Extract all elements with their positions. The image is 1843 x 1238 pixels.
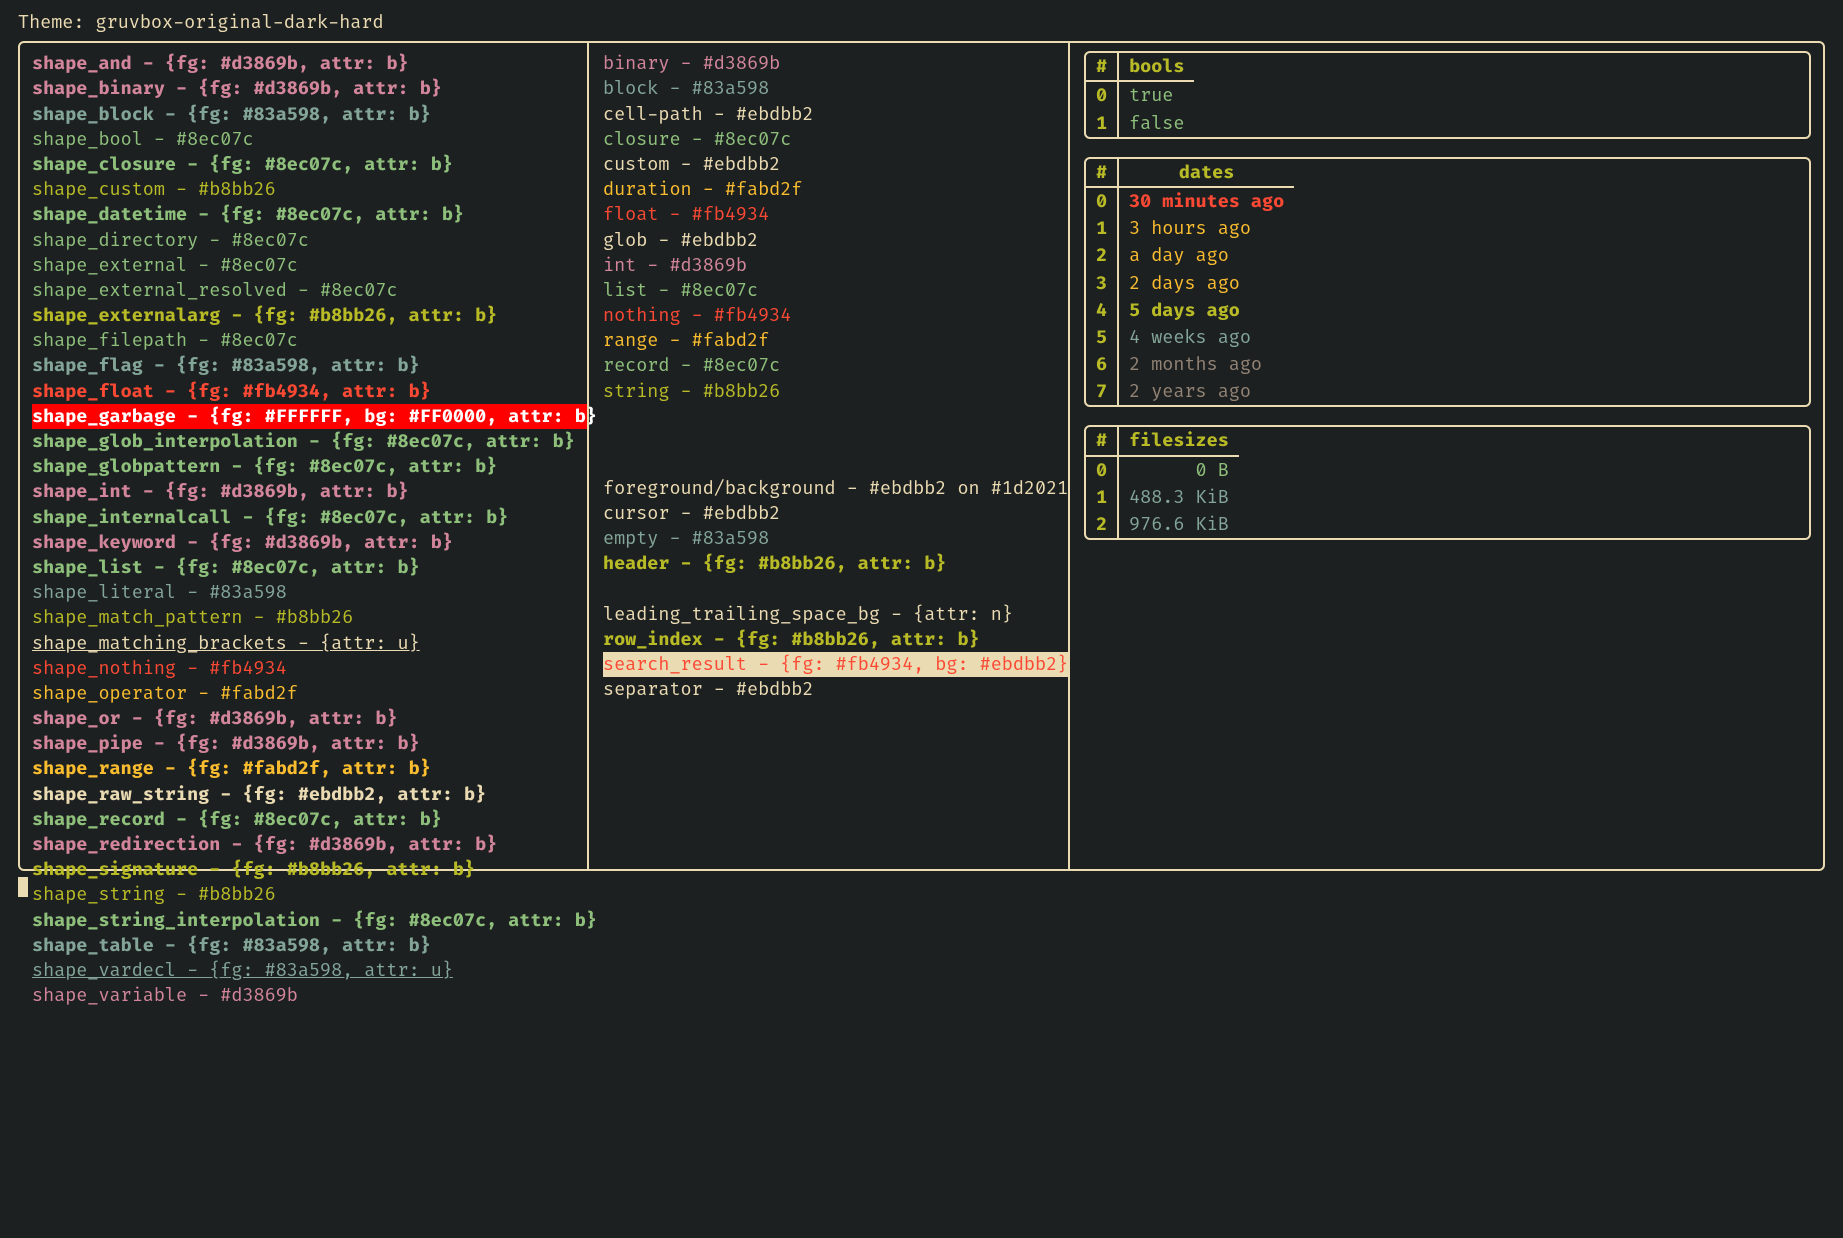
misc-line-leading_trailing_space_bg: leading_trailing_space_bg - {attr: n}: [603, 602, 1068, 627]
misc-line-foreground/background: foreground/background - #ebdbb2 on #1d20…: [603, 476, 1068, 501]
shapes-line-shape_closure: shape_closure - {fg: #8ec07c, attr: b}: [32, 152, 587, 177]
shapes-line-shape_globpattern: shape_globpattern - {fg: #8ec07c, attr: …: [32, 454, 587, 479]
misc-line-cursor: cursor - #ebdbb2: [603, 501, 1068, 526]
types-column: binary - #d3869bblock - #83a598cell-path…: [589, 51, 1068, 859]
shapes-line-shape_externalarg: shape_externalarg - {fg: #b8bb26, attr: …: [32, 303, 587, 328]
type-line-block: block - #83a598: [603, 76, 1068, 101]
shapes-line-shape_redirection: shape_redirection - {fg: #d3869b, attr: …: [32, 832, 587, 857]
shapes-line-shape_range: shape_range - {fg: #fabd2f, attr: b}: [32, 756, 587, 781]
shapes-line-shape_external_resolved: shape_external_resolved - #8ec07c: [32, 278, 587, 303]
type-line-list: list - #8ec07c: [603, 278, 1068, 303]
shapes-line-shape_binary: shape_binary - {fg: #d3869b, attr: b}: [32, 76, 587, 101]
type-line-float: float - #fb4934: [603, 202, 1068, 227]
theme-preview-panel: shape_and - {fg: #d3869b, attr: b}shape_…: [18, 41, 1825, 871]
type-line-binary: binary - #d3869b: [603, 51, 1068, 76]
shapes-line-shape_internalcall: shape_internalcall - {fg: #8ec07c, attr:…: [32, 505, 587, 530]
tables-column: #bools0true1false #dates030 minutes ago1…: [1070, 51, 1811, 859]
dates-table: #dates030 minutes ago13 hours ago2a day …: [1084, 157, 1811, 408]
type-line-string: string - #b8bb26: [603, 379, 1068, 404]
shapes-line-shape_keyword: shape_keyword - {fg: #d3869b, attr: b}: [32, 530, 587, 555]
shapes-line-shape_directory: shape_directory - #8ec07c: [32, 228, 587, 253]
shapes-line-shape_external: shape_external - #8ec07c: [32, 253, 587, 278]
shapes-line-shape_variable: shape_variable - #d3869b: [32, 983, 587, 1008]
type-line-range: range - #fabd2f: [603, 328, 1068, 353]
shapes-line-shape_list: shape_list - {fg: #8ec07c, attr: b}: [32, 555, 587, 580]
type-line-custom: custom - #ebdbb2: [603, 152, 1068, 177]
type-line-closure: closure - #8ec07c: [603, 127, 1068, 152]
shapes-line-shape_bool: shape_bool - #8ec07c: [32, 127, 587, 152]
shapes-line-shape_garbage: shape_garbage - {fg: #FFFFFF, bg: #FF000…: [32, 404, 587, 429]
type-line-glob: glob - #ebdbb2: [603, 228, 1068, 253]
shapes-line-shape_nothing: shape_nothing - #fb4934: [32, 656, 587, 681]
misc-line-header: header - {fg: #b8bb26, attr: b}: [603, 551, 1068, 576]
shapes-line-shape_matching_brackets: shape_matching_brackets - {attr: u}: [32, 631, 587, 656]
shapes-line-shape_float: shape_float - {fg: #fb4934, attr: b}: [32, 379, 587, 404]
shapes-line-shape_pipe: shape_pipe - {fg: #d3869b, attr: b}: [32, 731, 587, 756]
shapes-line-shape_vardecl: shape_vardecl - {fg: #83a598, attr: u}: [32, 958, 587, 983]
type-line-int: int - #d3869b: [603, 253, 1068, 278]
shapes-line-shape_raw_string: shape_raw_string - {fg: #ebdbb2, attr: b…: [32, 782, 587, 807]
shapes-line-shape_flag: shape_flag - {fg: #83a598, attr: b}: [32, 353, 587, 378]
shapes-line-shape_or: shape_or - {fg: #d3869b, attr: b}: [32, 706, 587, 731]
type-line-nothing: nothing - #fb4934: [603, 303, 1068, 328]
shapes-line-shape_record: shape_record - {fg: #8ec07c, attr: b}: [32, 807, 587, 832]
shapes-line-shape_operator: shape_operator - #fabd2f: [32, 681, 587, 706]
shapes-line-shape_match_pattern: shape_match_pattern - #b8bb26: [32, 605, 587, 630]
shapes-line-shape_int: shape_int - {fg: #d3869b, attr: b}: [32, 479, 587, 504]
type-line-record: record - #8ec07c: [603, 353, 1068, 378]
shapes-line-shape_table: shape_table - {fg: #83a598, attr: b}: [32, 933, 587, 958]
shapes-line-shape_signature: shape_signature - {fg: #b8bb26, attr: b}: [32, 857, 587, 882]
shapes-line-shape_string: shape_string - #b8bb26: [32, 882, 587, 907]
theme-title: Theme: gruvbox-original-dark-hard: [18, 10, 1825, 35]
misc-line-row_index: row_index - {fg: #b8bb26, attr: b}: [603, 627, 1068, 652]
shapes-column: shape_and - {fg: #d3869b, attr: b}shape_…: [32, 51, 587, 859]
misc-line-empty: empty - #83a598: [603, 526, 1068, 551]
shapes-line-shape_block: shape_block - {fg: #83a598, attr: b}: [32, 102, 587, 127]
filesizes-table: #filesizes0 0 B1488.3 KiB2976.6 KiB: [1084, 425, 1811, 540]
cursor-icon: [18, 877, 28, 897]
shapes-line-shape_filepath: shape_filepath - #8ec07c: [32, 328, 587, 353]
misc-line-search_result: search_result - {fg: #fb4934, bg: #ebdbb…: [603, 652, 1068, 677]
shapes-line-shape_and: shape_and - {fg: #d3869b, attr: b}: [32, 51, 587, 76]
type-line-duration: duration - #fabd2f: [603, 177, 1068, 202]
shapes-line-shape_string_interpolation: shape_string_interpolation - {fg: #8ec07…: [32, 908, 587, 933]
misc-line-separator: separator - #ebdbb2: [603, 677, 1068, 702]
bools-table: #bools0true1false: [1084, 51, 1811, 139]
type-line-cell-path: cell-path - #ebdbb2: [603, 102, 1068, 127]
shapes-line-shape_datetime: shape_datetime - {fg: #8ec07c, attr: b}: [32, 202, 587, 227]
shapes-line-shape_custom: shape_custom - #b8bb26: [32, 177, 587, 202]
shapes-line-shape_literal: shape_literal - #83a598: [32, 580, 587, 605]
shapes-line-shape_glob_interpolation: shape_glob_interpolation - {fg: #8ec07c,…: [32, 429, 587, 454]
